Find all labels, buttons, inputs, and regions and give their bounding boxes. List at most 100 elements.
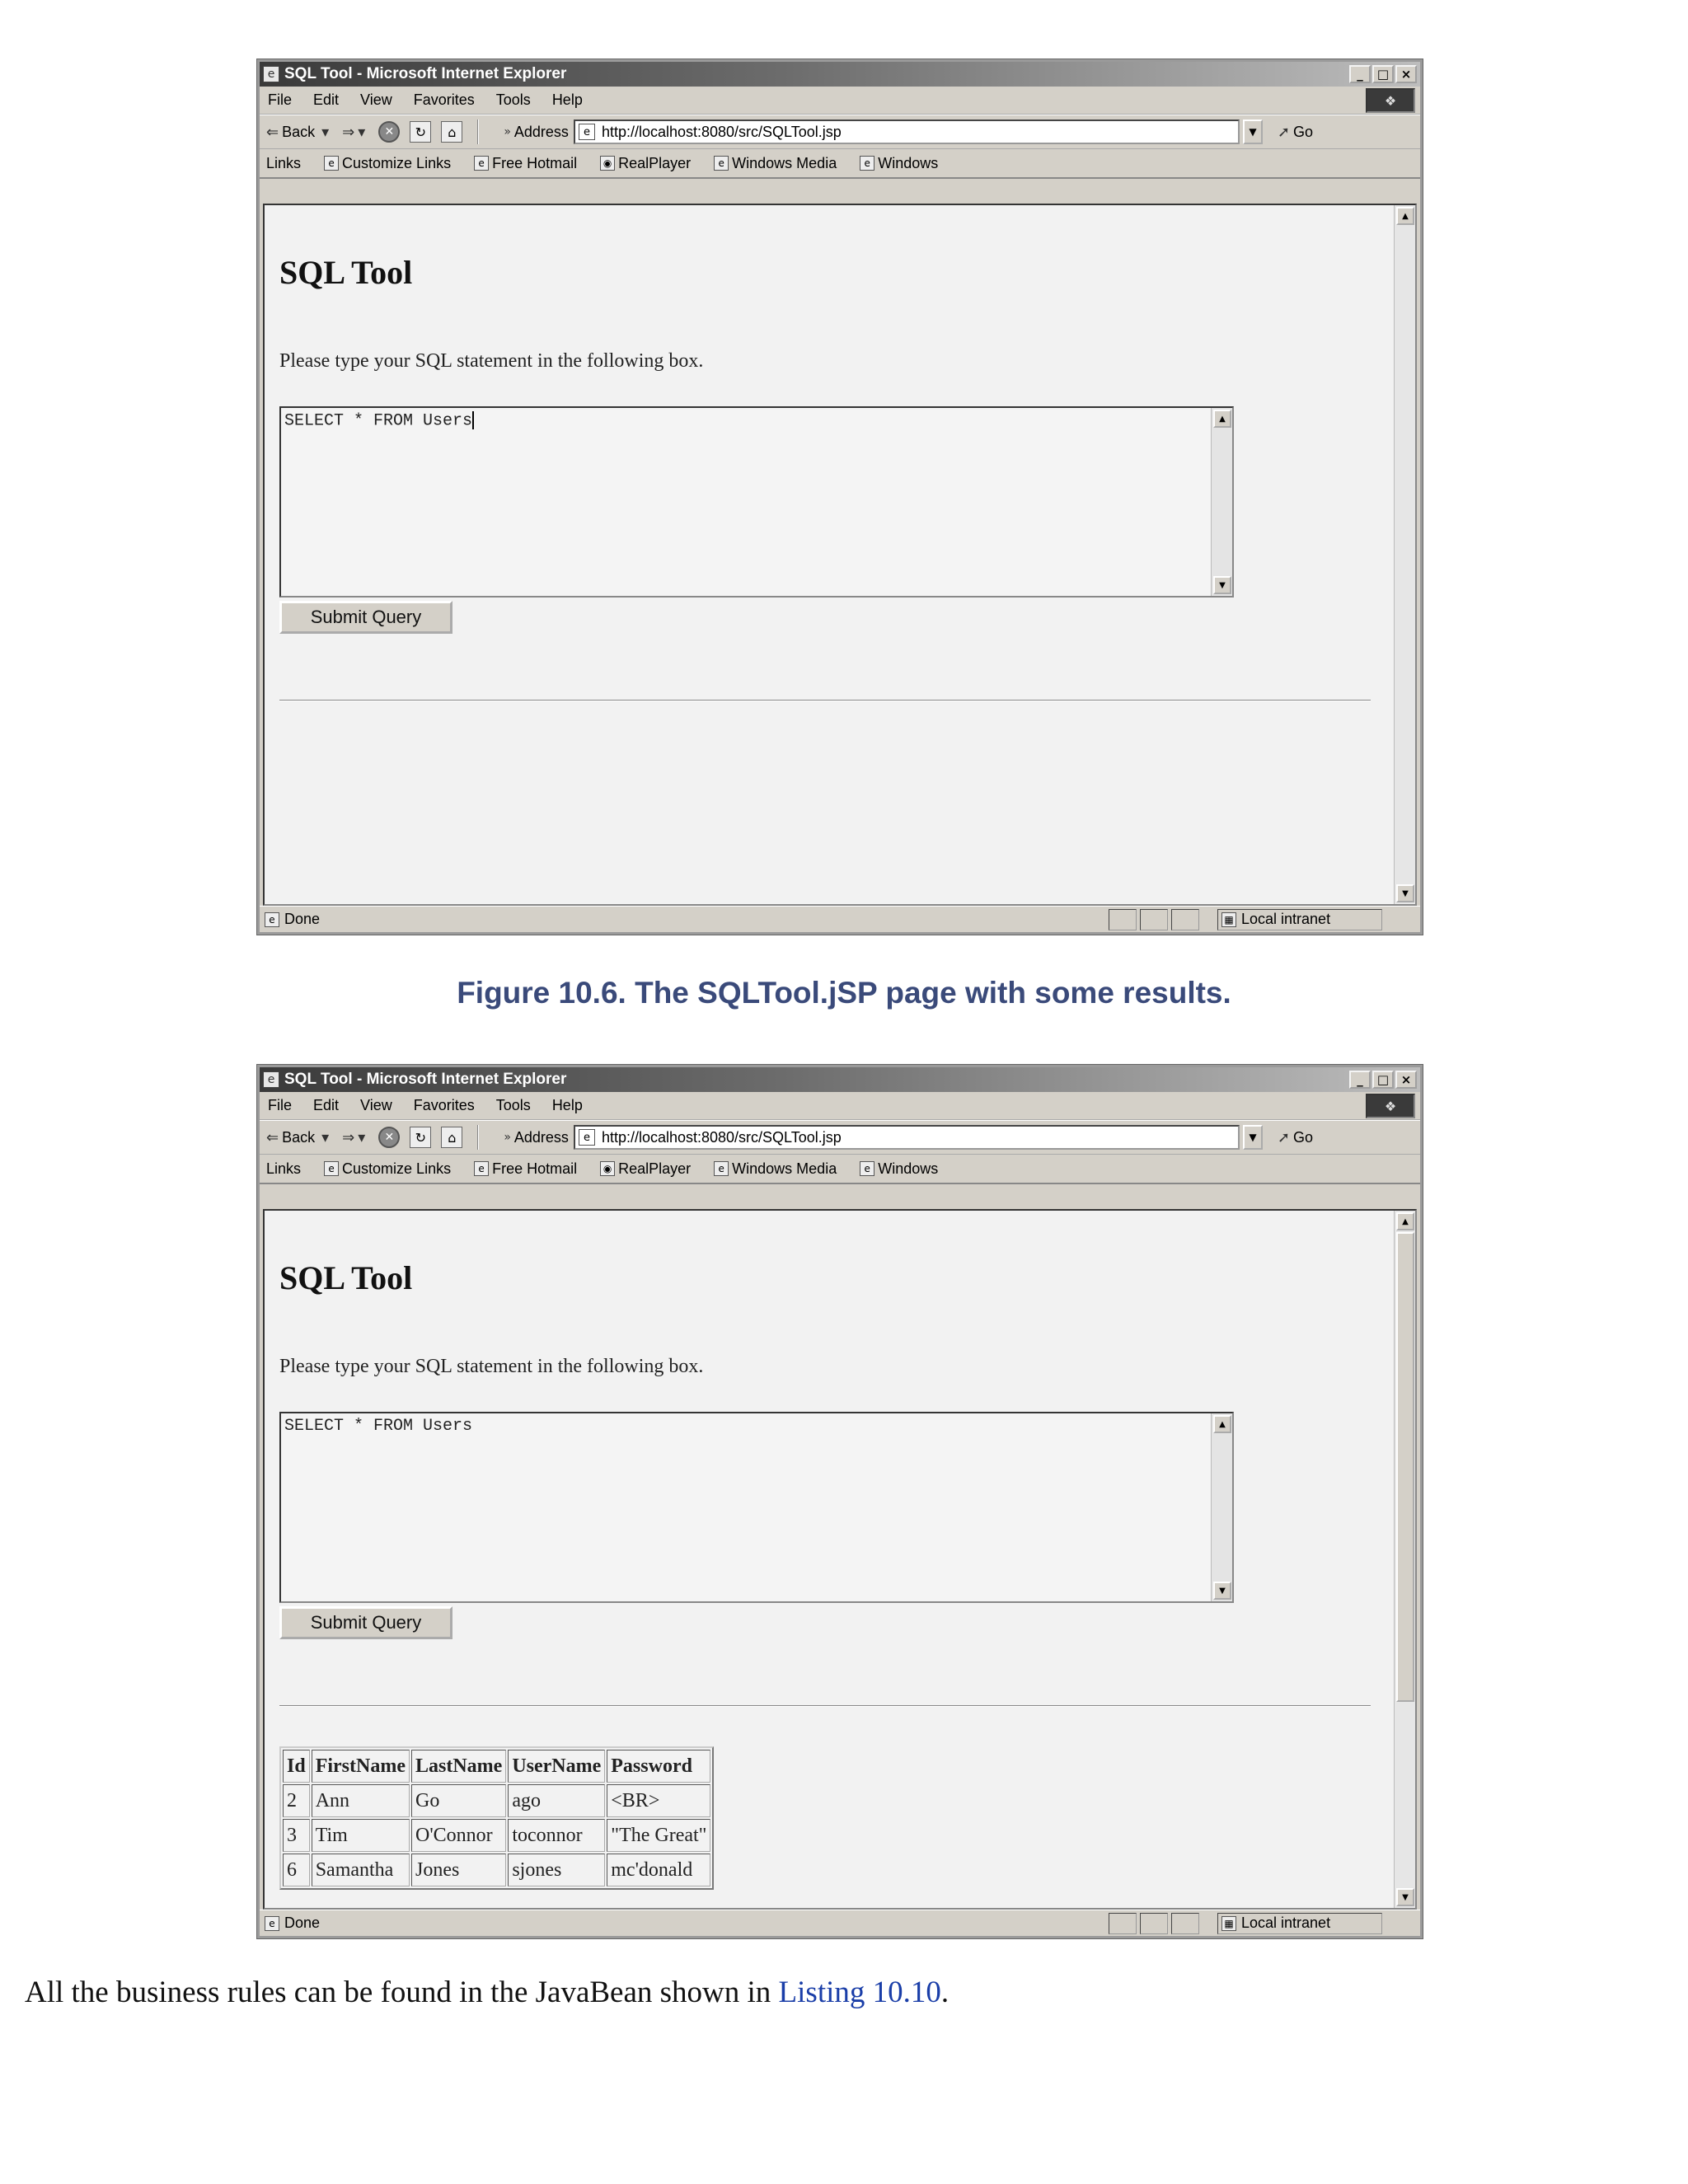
refresh-icon[interactable]: ↻ — [410, 121, 432, 143]
title-bar: e SQL Tool - Microsoft Internet Explorer… — [260, 1067, 1420, 1092]
scroll-up-icon[interactable]: ▲ — [1213, 410, 1231, 428]
home-icon[interactable]: ⌂ — [441, 121, 463, 143]
menu-view[interactable]: View — [360, 1097, 392, 1114]
resize-grip-icon[interactable] — [1382, 1913, 1415, 1934]
status-text: Done — [284, 1915, 321, 1931]
table-cell: Samantha — [311, 1854, 410, 1886]
home-icon[interactable]: ⌂ — [441, 1127, 463, 1148]
chevron-more-icon[interactable]: » — [504, 1131, 511, 1144]
page-icon: e — [474, 156, 490, 171]
submit-query-button[interactable]: Submit Query — [279, 601, 452, 634]
go-label: Go — [1293, 1128, 1314, 1146]
address-bar[interactable]: e http://localhost:8080/src/SQLTool.jsp — [573, 1125, 1240, 1150]
minimize-button[interactable]: _ — [1349, 65, 1371, 83]
links-bar: Links e Customize Links e Free Hotmail ◉ Re… — [260, 1155, 1420, 1184]
page-scrollbar[interactable]: ▲ ▼ — [1394, 1211, 1415, 1908]
menu-edit[interactable]: Edit — [313, 91, 339, 109]
chevron-more-icon[interactable]: » — [504, 125, 511, 138]
page-icon: e — [578, 124, 595, 140]
scroll-up-icon[interactable]: ▲ — [1396, 207, 1414, 225]
link-customize-links[interactable]: e Customize Links — [324, 1160, 451, 1178]
textarea-scrollbar[interactable]: ▲ ▼ — [1211, 1413, 1232, 1601]
menu-help[interactable]: Help — [552, 91, 583, 109]
menu-help[interactable]: Help — [552, 1097, 583, 1114]
address-dropdown-icon[interactable]: ▼ — [1242, 120, 1263, 144]
link-realplayer[interactable]: ◉ RealPlayer — [600, 1160, 691, 1178]
listing-link[interactable]: Listing 10.10 — [779, 1975, 941, 2009]
menu-file[interactable]: File — [268, 91, 292, 109]
address-dropdown-icon[interactable]: ▼ — [1242, 1125, 1263, 1150]
stop-icon[interactable]: ✕ — [378, 121, 401, 143]
page-instructions: Please type your SQL statement in the fo… — [279, 350, 704, 372]
close-button[interactable]: × — [1395, 1071, 1417, 1089]
menu-edit[interactable]: Edit — [313, 1097, 339, 1114]
link-label: RealPlayer — [618, 154, 692, 171]
intranet-icon: ▦ — [1221, 1915, 1236, 1931]
links-bar: Links e Customize Links e Free Hotmail ◉ Re… — [260, 149, 1420, 179]
menu-favorites[interactable]: Favorites — [414, 91, 475, 109]
close-button[interactable]: × — [1395, 65, 1417, 83]
sql-query-text: SELECT * FROM Users — [284, 1417, 473, 1436]
forward-button[interactable]: ⇒ ▾ — [342, 124, 368, 141]
column-header-firstname: FirstName — [311, 1750, 410, 1783]
maximize-button[interactable]: □ — [1372, 1071, 1394, 1089]
sql-textarea[interactable]: SELECT * FROM Users ▲ ▼ — [279, 1412, 1234, 1603]
scroll-up-icon[interactable]: ▲ — [1213, 1415, 1231, 1433]
ie-page-icon: e — [263, 66, 279, 82]
windows-logo-icon: ❖ — [1366, 88, 1415, 113]
minimize-button[interactable]: _ — [1349, 1071, 1371, 1089]
submit-query-button[interactable]: Submit Query — [279, 1606, 452, 1639]
forward-button[interactable]: ⇒ ▾ — [342, 1129, 368, 1146]
resize-grip-icon[interactable] — [1382, 909, 1415, 930]
go-button[interactable]: ➚ Go — [1278, 1129, 1313, 1146]
menu-tools[interactable]: Tools — [496, 91, 531, 109]
forward-arrow-icon: ⇒ — [342, 1128, 355, 1146]
scroll-up-icon[interactable]: ▲ — [1396, 1212, 1414, 1230]
page-icon: e — [714, 1161, 729, 1176]
link-free-hotmail[interactable]: e Free Hotmail — [474, 1160, 577, 1178]
scroll-down-icon[interactable]: ▼ — [1396, 884, 1414, 902]
scroll-down-icon[interactable]: ▼ — [1213, 1582, 1231, 1600]
link-realplayer[interactable]: ◉ RealPlayer — [600, 155, 691, 172]
link-customize-links[interactable]: e Customize Links — [324, 155, 451, 172]
page-instructions: Please type your SQL statement in the fo… — [279, 1356, 704, 1377]
link-label: Free Hotmail — [492, 1160, 578, 1177]
menu-view[interactable]: View — [360, 91, 392, 109]
page-icon: e — [265, 1915, 279, 1931]
zone-label: Local intranet — [1241, 1915, 1331, 1931]
textarea-scrollbar[interactable]: ▲ ▼ — [1211, 408, 1232, 596]
page-content: SQL Tool Please type your SQL statement … — [263, 1209, 1417, 1910]
link-windows[interactable]: e Windows — [860, 1160, 938, 1178]
page-icon: e — [860, 156, 875, 171]
page-icon: e — [578, 1129, 595, 1146]
link-windows-media[interactable]: e Windows Media — [714, 1160, 837, 1178]
table-cell: toconnor — [508, 1819, 606, 1852]
back-arrow-icon: ⇐ — [266, 123, 279, 141]
refresh-icon[interactable]: ↻ — [410, 1127, 432, 1148]
table-cell: 2 — [283, 1784, 310, 1817]
menu-favorites[interactable]: Favorites — [414, 1097, 475, 1114]
maximize-button[interactable]: □ — [1372, 65, 1394, 83]
stop-icon[interactable]: ✕ — [378, 1127, 401, 1148]
sql-textarea[interactable]: SELECT * FROM Users ▲ ▼ — [279, 406, 1234, 598]
link-free-hotmail[interactable]: e Free Hotmail — [474, 155, 577, 172]
back-button[interactable]: ⇐ Back ▾ — [266, 1129, 332, 1146]
link-label: Free Hotmail — [492, 154, 578, 171]
link-label: Windows — [878, 154, 939, 171]
address-bar[interactable]: e http://localhost:8080/src/SQLTool.jsp — [573, 120, 1240, 144]
page-title: SQL Tool — [279, 1259, 413, 1296]
page-scrollbar[interactable]: ▲ ▼ — [1394, 205, 1415, 904]
menu-file[interactable]: File — [268, 1097, 292, 1114]
go-button[interactable]: ➚ Go — [1278, 124, 1313, 141]
page-icon: e — [324, 1161, 340, 1176]
link-windows[interactable]: e Windows — [860, 155, 938, 172]
link-windows-media[interactable]: e Windows Media — [714, 155, 837, 172]
realplayer-icon: ◉ — [600, 1161, 616, 1176]
scroll-down-icon[interactable]: ▼ — [1213, 576, 1231, 594]
scroll-down-icon[interactable]: ▼ — [1396, 1888, 1414, 1906]
intranet-icon: ▦ — [1221, 912, 1236, 927]
menu-tools[interactable]: Tools — [496, 1097, 531, 1114]
scroll-thumb[interactable] — [1396, 1232, 1414, 1702]
body-paragraph: All the business rules can be found in t… — [25, 1975, 949, 2010]
back-button[interactable]: ⇐ Back ▾ — [266, 124, 332, 141]
